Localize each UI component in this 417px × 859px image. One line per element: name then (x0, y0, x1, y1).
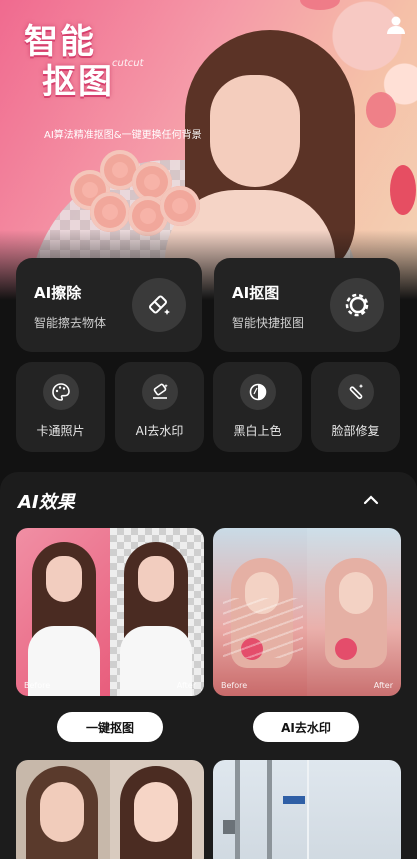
banner-title: 智能 抠图 (24, 22, 114, 102)
feature-subtitle: 智能擦去物体 (34, 316, 107, 330)
remove-watermark-button[interactable]: AI去水印 (253, 712, 359, 742)
panel-title: AI效果 (18, 492, 75, 513)
before-label: Before (221, 681, 248, 690)
petal-decoration (300, 0, 340, 10)
contrast-icon (240, 374, 276, 410)
feature-subtitle: 智能快捷抠图 (232, 316, 305, 330)
before-label: Before (24, 681, 51, 690)
before-model-image (24, 542, 104, 696)
petal-decoration (366, 92, 396, 128)
magic-wand-icon (338, 374, 374, 410)
chevron-up-icon[interactable] (363, 492, 379, 508)
after-model-image (116, 542, 196, 696)
feature-card-ai-cutout[interactable]: AI抠图 智能快捷抠图 (214, 258, 400, 352)
banner-title-line2: 抠图 (42, 62, 114, 102)
feature-card-ai-erase[interactable]: AI擦除 智能擦去物体 (16, 258, 202, 352)
feature-card-colorize[interactable]: 黑白上色 (213, 362, 302, 452)
promo-banner[interactable]: 智能 抠图 cutcut AI算法精准抠图&一键更换任何背景 (0, 0, 417, 300)
cutout-circle-icon (330, 278, 384, 332)
petal-decoration (390, 165, 416, 215)
banner-description: AI算法精准抠图&一键更换任何背景 (44, 130, 202, 141)
eraser-magic-icon (132, 278, 186, 332)
after-label: After (176, 681, 196, 690)
feature-card-remove-watermark[interactable]: AI去水印 (115, 362, 204, 452)
feature-label: 脸部修复 (331, 424, 380, 438)
feature-card-face-repair[interactable]: 脸部修复 (311, 362, 400, 452)
rose-bouquet-image (70, 150, 200, 240)
effect-demo-watermark[interactable]: Before After (213, 528, 401, 696)
effect-demo-cutout[interactable]: Before After (16, 528, 204, 696)
watermark-eraser-icon (142, 374, 178, 410)
after-label: After (373, 681, 393, 690)
effect-demo-street[interactable] (213, 760, 401, 859)
feature-card-cartoon[interactable]: 卡通照片 (16, 362, 105, 452)
after-model-image (317, 558, 397, 696)
effect-demo-cartoon[interactable] (16, 760, 204, 859)
before-model-image (223, 558, 303, 696)
feature-label: 卡通照片 (36, 424, 85, 438)
one-click-cutout-button[interactable]: 一键抠图 (57, 712, 163, 742)
feature-label: AI去水印 (135, 424, 184, 438)
feature-label: 黑白上色 (233, 424, 282, 438)
user-profile-icon[interactable] (385, 14, 407, 36)
feature-title: AI擦除 (34, 284, 82, 302)
palette-icon (43, 374, 79, 410)
banner-title-line1: 智能 (24, 22, 96, 62)
banner-subtitle-en: cutcut (112, 58, 144, 69)
feature-title: AI抠图 (232, 284, 280, 302)
